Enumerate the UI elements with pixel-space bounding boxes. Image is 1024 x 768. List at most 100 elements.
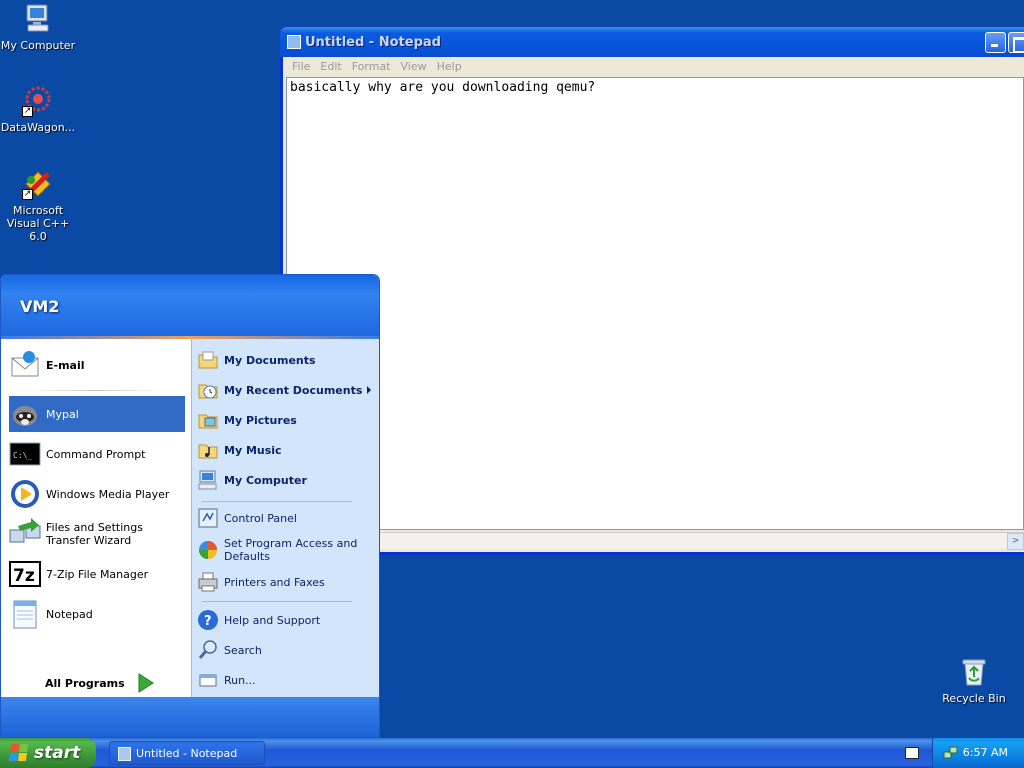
help-icon: ? <box>197 609 219 631</box>
shortcut-arrow-icon: ↗ <box>22 106 33 117</box>
search-icon <box>197 639 219 661</box>
place-label: Run... <box>224 673 256 687</box>
desktop-icon-visual-cpp[interactable]: ↗ Microsoft Visual C++ 6.0 <box>0 168 78 243</box>
place-my-pictures[interactable]: My Pictures <box>197 407 377 433</box>
start-item-media-player[interactable]: Windows Media Player <box>9 476 185 512</box>
menu-edit[interactable]: Edit <box>315 60 346 73</box>
notepad-title-icon <box>287 35 301 49</box>
desktop-icon-label: DataWagon... <box>0 121 76 134</box>
start-item-mypal[interactable]: Mypal <box>9 396 185 432</box>
datawagon-icon: ↗ <box>22 85 54 117</box>
menu-view[interactable]: View <box>396 60 432 73</box>
start-item-label: Notepad <box>46 607 93 621</box>
windows-logo-icon <box>8 744 30 762</box>
place-my-recent-documents[interactable]: My Recent Documents <box>197 377 377 403</box>
maximize-button[interactable] <box>1008 32 1024 53</box>
email-icon <box>9 349 41 381</box>
horizontal-scrollbar[interactable]: > <box>286 532 1024 550</box>
folder-icon <box>197 349 219 371</box>
separator <box>31 390 161 391</box>
svg-text:7z: 7z <box>13 566 35 586</box>
place-label: My Documents <box>224 353 316 367</box>
start-item-command-prompt[interactable]: C:\_ Command Prompt <box>9 436 185 472</box>
start-menu-header: VM2 <box>1 275 379 339</box>
shortcut-arrow-icon: ↗ <box>22 189 33 200</box>
desktop-icon-label: My Computer <box>0 39 76 52</box>
desktop-icon-recycle-bin[interactable]: Recycle Bin <box>934 656 1014 705</box>
place-run[interactable]: Run... <box>197 667 377 693</box>
place-printers-faxes[interactable]: Printers and Faxes <box>197 569 377 595</box>
place-control-panel[interactable]: Control Panel <box>197 505 377 531</box>
text-editor[interactable]: basically why are you downloading qemu? <box>286 77 1024 530</box>
network-icon[interactable] <box>943 745 959 761</box>
scroll-right-icon[interactable]: > <box>1007 533 1024 550</box>
taskbar-item-notepad[interactable]: Untitled - Notepad <box>109 741 265 765</box>
notepad-icon <box>9 598 41 630</box>
desktop-icon-datawagon[interactable]: ↗ DataWagon... <box>0 85 78 134</box>
mypal-icon <box>9 398 41 430</box>
media-player-icon <box>9 478 41 510</box>
menu-file[interactable]: File <box>287 60 315 73</box>
svg-text:C:\_: C:\_ <box>13 451 32 460</box>
place-label: My Recent Documents <box>224 383 363 397</box>
place-program-access[interactable]: Set Program Access and Defaults <box>197 535 377 565</box>
place-label: Printers and Faxes <box>224 575 325 589</box>
program-access-icon <box>197 539 219 561</box>
command-prompt-icon: C:\_ <box>9 438 41 470</box>
desktop-icon-label: Microsoft Visual C++ 6.0 <box>6 204 70 243</box>
taskbar-item-label: Untitled - Notepad <box>136 746 238 760</box>
start-menu: VM2 E-mail Mypal C:\_ Command Prompt Win… <box>0 274 380 738</box>
keyboard-icon[interactable] <box>905 747 919 759</box>
place-label: My Music <box>224 443 282 457</box>
pictures-folder-icon <box>197 409 219 431</box>
place-my-documents[interactable]: My Documents <box>197 347 377 373</box>
place-my-music[interactable]: My Music <box>197 437 377 463</box>
music-folder-icon <box>197 439 219 461</box>
place-label: My Pictures <box>224 413 297 427</box>
place-help-support[interactable]: ? Help and Support <box>197 607 377 633</box>
start-item-7zip[interactable]: 7z 7-Zip File Manager <box>9 556 185 592</box>
clock[interactable]: 6:57 AM <box>963 746 1008 759</box>
place-my-computer[interactable]: My Computer <box>197 467 377 493</box>
minimize-button[interactable] <box>985 32 1006 53</box>
transfer-wizard-icon <box>9 518 41 550</box>
start-button[interactable]: start <box>0 738 96 768</box>
place-label: Help and Support <box>224 613 321 627</box>
desktop-icon-my-computer[interactable]: My Computer <box>0 3 78 52</box>
run-icon <box>197 669 219 691</box>
start-item-label: 7-Zip File Manager <box>46 567 149 581</box>
start-item-label: Command Prompt <box>46 447 146 461</box>
all-programs-button[interactable]: All Programs <box>45 673 155 693</box>
arrow-right-icon <box>135 673 155 693</box>
start-label: start <box>34 743 81 763</box>
menubar: File Edit Format View Help <box>283 57 1024 76</box>
my-computer-icon <box>22 3 54 35</box>
menu-help[interactable]: Help <box>432 60 467 73</box>
start-item-label: E-mail <box>46 358 85 372</box>
svg-text:?: ? <box>204 614 212 629</box>
all-programs-label: All Programs <box>45 676 125 690</box>
notepad-window[interactable]: Untitled - Notepad File Edit Format View… <box>280 27 1024 555</box>
start-item-transfer-wizard[interactable]: Files and Settings Transfer Wizard <box>9 516 185 552</box>
control-panel-icon <box>197 507 219 529</box>
notepad-icon <box>118 747 131 761</box>
place-label: Set Program Access and Defaults <box>224 537 358 563</box>
start-menu-footer <box>1 697 379 737</box>
visual-cpp-icon: ↗ <box>22 168 54 200</box>
recent-documents-icon <box>197 379 219 401</box>
window-titlebar[interactable]: Untitled - Notepad <box>280 27 1024 57</box>
system-tray: 6:57 AM <box>932 738 1024 768</box>
start-item-label: Windows Media Player <box>46 487 170 501</box>
computer-icon <box>197 469 219 491</box>
separator <box>202 501 352 502</box>
taskbar: start Untitled - Notepad 6:57 AM <box>0 738 1024 768</box>
separator <box>202 601 352 602</box>
start-item-email[interactable]: E-mail <box>9 347 185 383</box>
7zip-icon: 7z <box>9 558 41 590</box>
place-label: Control Panel <box>224 511 297 525</box>
pinned-programs: E-mail Mypal C:\_ Command Prompt Windows… <box>1 339 191 726</box>
place-search[interactable]: Search <box>197 637 377 663</box>
start-item-notepad[interactable]: Notepad <box>9 596 185 632</box>
menu-format[interactable]: Format <box>347 60 396 73</box>
places-panel: My Documents My Recent Documents My Pict… <box>191 339 379 697</box>
